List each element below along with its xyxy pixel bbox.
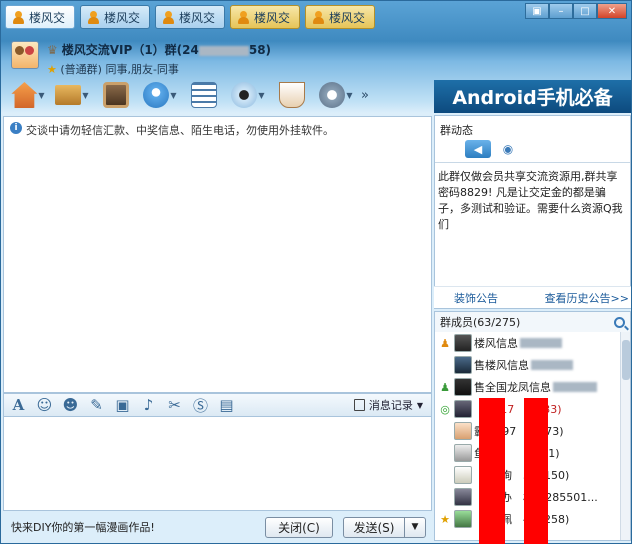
history-icon [353,399,365,411]
close-window-button[interactable]: ✕ [597,3,627,19]
group-icon [12,10,24,24]
tab-4[interactable]: 楼风交 [230,5,300,29]
panel-title: 群动态 [440,124,473,137]
avatar [454,334,472,352]
edit-icon[interactable]: ✎ [88,396,105,414]
conversation-tabs: 楼风交 楼风交 楼风交 楼风交 楼风交 [5,5,375,31]
decorate-announcement-link[interactable]: 装饰公告 [454,290,498,306]
ad-banner[interactable]: Android手机必备 [434,80,631,113]
format-toolbar: A ☺ ☻ ✎ ▣ ♪ ✂ Ⓢ ▤ 消息记录 ▼ [3,393,432,417]
list-add-icon [191,82,217,108]
security-notice: i 交谈中请勿轻信汇款、中奖信息、陌生电话，勿使用外挂软件。 [4,117,431,143]
folder-button[interactable]: ▼ [53,79,91,111]
info-icon: i [10,122,22,134]
scrollbar-thumb[interactable] [622,340,630,380]
main-toolbar: ▼ ▼ ▼ ▼ ▼ » [9,79,369,111]
group-subtitle: ★ (普通群) 同事,朋友-同事 [47,63,179,76]
album-button[interactable] [97,79,135,111]
avatar [454,400,472,418]
avatar [454,422,472,440]
history-announcement-link[interactable]: 查看历史公告>> [545,290,629,306]
voice-button[interactable]: ▼ [141,79,179,111]
star-icon: ★ [47,63,57,76]
maximize-button[interactable]: □ [573,3,597,19]
group-header: ♛ 楼风交流VIP（1）群(24 58) ★ (普通群) 同事,朋友-同事 [11,41,271,77]
vip-icon: ◎ [440,402,450,416]
tab-3[interactable]: 楼风交 [155,5,225,29]
tab-5[interactable]: 楼风交 [305,5,375,29]
webcam-icon: ◉ [502,142,514,156]
panel-tabs: ◀ ◉ [435,140,630,158]
magic-face-icon[interactable]: ☻ [62,396,79,414]
announcement-links: 装饰公告 查看历史公告>> [434,286,631,308]
owner-icon: ♟ [440,336,450,350]
group-name[interactable]: ♛ 楼风交流VIP（1）群(24 58) [47,41,271,58]
group-icon [312,10,324,24]
chevron-down-icon: ▼ [416,400,423,410]
avatar [454,466,472,484]
app-button[interactable] [185,79,223,111]
star-icon: ★ [440,512,450,526]
member-scrollbar[interactable] [620,332,630,540]
admin-icon: ♟ [440,380,450,394]
music-icon[interactable]: ♪ [140,396,157,414]
home-icon [11,82,38,108]
chat-window: 楼风交 楼风交 楼风交 楼风交 楼风交 ▣ – □ ✕ ♛ 楼风交流VIP（1）群… [0,0,632,544]
avatar [454,488,472,506]
avatar [454,510,472,528]
member-row[interactable]: ♟ 售全国龙凤信息 [435,376,630,398]
avatar [454,444,472,462]
search-icon[interactable] [614,316,625,328]
redaction-bar-right [524,398,548,544]
send-button[interactable]: 发送(S) [343,516,405,538]
group-icon [237,10,249,24]
album-icon [103,82,129,108]
speaker-icon: ◀ [473,142,483,156]
coffee-button[interactable] [273,79,311,111]
bottom-bar: 快来DIY你的第一幅漫画作品! 关闭(C) 发送(S) ▼ [3,513,432,541]
shake-icon[interactable]: ▤ [218,396,235,414]
avatar [454,356,472,374]
announcement-tab[interactable]: ◀ [465,140,491,158]
folder-icon [55,85,82,105]
member-row[interactable]: 售楼风信息 [435,354,630,376]
group-icon [162,10,174,24]
crown-icon: ♛ [47,43,58,57]
message-history-button[interactable]: 消息记录 ▼ [353,397,423,413]
redaction-bar-left [479,398,505,544]
close-button[interactable]: 关闭(C) [265,516,333,538]
more-icon[interactable]: » [361,88,369,103]
tab-2[interactable]: 楼风交 [80,5,150,29]
minimize-button[interactable]: – [549,3,573,19]
group-avatar[interactable] [11,41,39,69]
currency-icon[interactable]: Ⓢ [192,397,209,415]
video-button[interactable]: ▼ [229,79,267,111]
group-icon [87,10,99,24]
coffee-icon [279,82,305,108]
group-announcement: 此群仅做会员共享交流资源用,群共享密码8829! 凡是让交定金的都是骗子，多测试… [435,162,630,239]
home-button[interactable]: ▼ [9,79,47,111]
send-options-button[interactable]: ▼ [404,516,426,538]
webcam-tab[interactable]: ◉ [495,140,521,158]
redacted-number [198,45,249,56]
gear-icon [319,82,346,108]
message-area[interactable]: i 交谈中请勿轻信汇款、中奖信息、陌生电话，勿使用外挂软件。 [3,116,432,393]
member-list-header: 群成员(63/275) [435,312,630,332]
image-icon[interactable]: ▣ [114,396,131,414]
window-controls: ▣ – □ ✕ [525,3,627,19]
emoji-icon[interactable]: ☺ [36,396,53,414]
settings-button[interactable]: ▼ [317,79,355,111]
microphone-icon [143,82,170,108]
tab-1[interactable]: 楼风交 [5,5,75,29]
group-dynamics-panel: 群动态 ◀ ◉ 此群仅做会员共享交流资源用,群共享密码8829! 凡是让交定金的… [434,115,631,309]
avatar [454,378,472,396]
font-icon[interactable]: A [10,396,27,414]
skin-icon[interactable]: ▣ [525,3,549,19]
scissors-icon[interactable]: ✂ [166,396,183,414]
webcam-icon [231,82,258,108]
message-input[interactable] [3,417,432,511]
diy-promo-link[interactable]: 快来DIY你的第一幅漫画作品! [11,519,155,535]
member-row[interactable]: ♟ 楼风信息 [435,332,630,354]
